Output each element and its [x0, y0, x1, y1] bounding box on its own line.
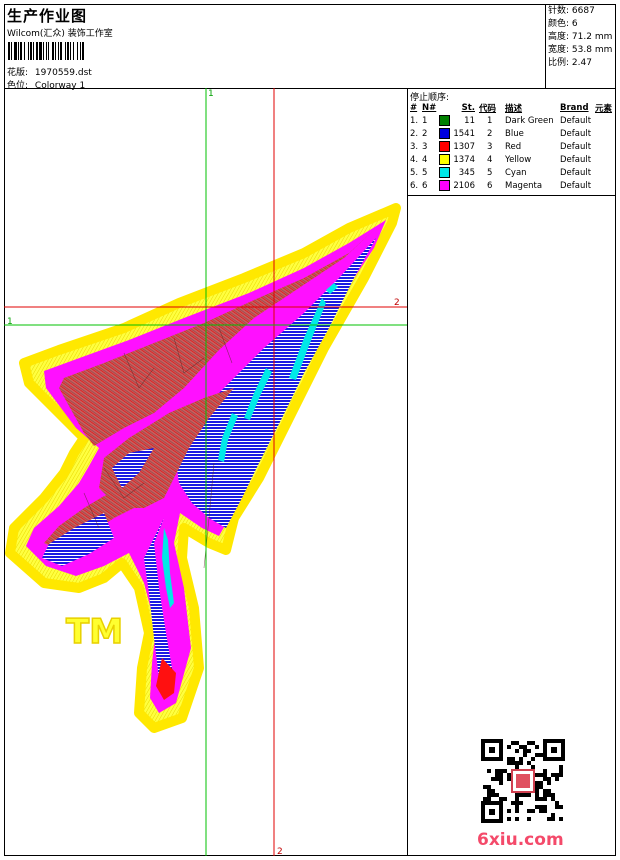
- design-file: 花版: 1970559.dst: [7, 65, 92, 78]
- studio-name: Wilcom(汇众) 装饰工作室: [7, 29, 113, 39]
- color-swatch: [439, 141, 450, 152]
- color-swatch: [439, 128, 450, 139]
- header-info: 生产作业图 Wilcom(汇众) 装饰工作室 花版: 1970559.dst 色…: [4, 4, 546, 91]
- stats-panel: 针数: 6687 颜色: 6 高度: 71.2 mm 宽度: 53.8 mm 比…: [548, 5, 612, 70]
- color-row: 4. 4 1374 4 Yellow Default: [410, 154, 592, 165]
- trademark-text: TM: [66, 612, 123, 652]
- stat-height: 高度: 71.2 mm: [548, 32, 613, 42]
- color-row: 5. 5 345 5 Cyan Default: [410, 167, 592, 178]
- color-row: 3. 3 1307 3 Red Default: [410, 141, 592, 152]
- color-row: 6. 6 2106 6 Magenta Default: [410, 180, 592, 191]
- panel-divider: [407, 88, 408, 856]
- color-table-header: # N# St. 代码 描述 Brand 元素: [410, 103, 613, 114]
- color-swatch: [439, 154, 450, 165]
- header: 生产作业图 Wilcom(汇众) 装饰工作室 花版: 1970559.dst 色…: [4, 4, 616, 91]
- color-table: # N# St. 代码 描述 Brand 元素 1. 1 11 1 Dark Green…: [410, 102, 612, 192]
- qr-code: [480, 738, 566, 824]
- legend-divider: [407, 195, 616, 196]
- watermark: 6xiu.com: [477, 830, 564, 850]
- design-file-value: 1970559.dst: [34, 68, 92, 78]
- stat-scale: 比例: 2.47: [548, 58, 592, 68]
- guide-label-v1: 1: [208, 89, 214, 99]
- guide-label-h2: 2: [394, 298, 400, 308]
- color-swatch: [439, 180, 450, 191]
- color-row: 1. 1 11 1 Dark Green Default: [410, 115, 592, 126]
- page-title: 生产作业图: [7, 7, 88, 25]
- color-row: 2. 2 1541 2 Blue Default: [410, 128, 592, 139]
- color-swatch: [439, 167, 450, 178]
- stat-stitches: 针数: 6687: [548, 6, 595, 16]
- embroidery-canvas: TM 1 1 2 2: [4, 88, 407, 856]
- guide-label-h1: 1: [7, 317, 13, 327]
- color-swatch: [439, 115, 450, 126]
- guide-label-v2: 2: [277, 847, 283, 856]
- stat-width: 宽度: 53.8 mm: [548, 45, 613, 55]
- barcode: [8, 42, 84, 60]
- stat-colors: 颜色: 6: [548, 19, 578, 29]
- design-file-label: 花版:: [7, 68, 29, 78]
